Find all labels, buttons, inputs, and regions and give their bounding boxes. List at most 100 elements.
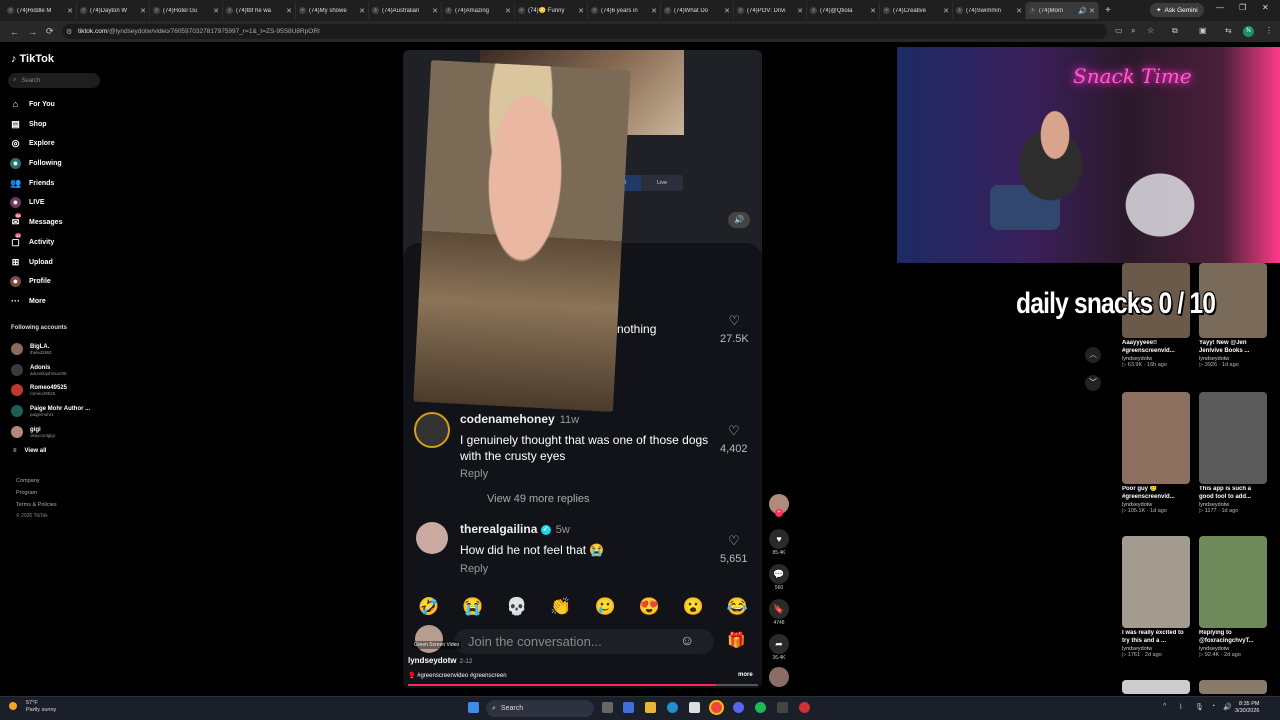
creator-avatar-button[interactable]: +	[768, 494, 790, 517]
video-author[interactable]: lyndseydotw 2-12	[408, 656, 472, 665]
emoji-button[interactable]: 😭	[462, 597, 483, 617]
emoji-button[interactable]: 🥲	[594, 597, 615, 617]
tray-chevron-icon[interactable]: ^	[1163, 703, 1166, 710]
recommended-video[interactable]	[1122, 680, 1190, 694]
recommended-video[interactable]: This app is such a good tool to add... ly…	[1199, 392, 1267, 514]
zoom-icon[interactable]: ⌕	[1131, 26, 1135, 36]
browser-tab[interactable]: ♪ (74)Amazing ✕	[442, 2, 515, 19]
close-icon[interactable]: ✕	[140, 7, 146, 15]
more-button[interactable]: more	[738, 672, 753, 678]
window-close-button[interactable]: ✕	[1262, 3, 1269, 12]
edge-icon[interactable]	[667, 702, 678, 713]
new-tab-button[interactable]: +	[1105, 5, 1111, 16]
emoji-button[interactable]: 💀	[506, 597, 527, 617]
app-icon[interactable]	[777, 702, 788, 713]
sidebar-item-for-you[interactable]: ⌂ For You	[10, 97, 55, 111]
browser-tab[interactable]: ♪ (74)What Do ✕	[661, 2, 734, 19]
scroll-up-button[interactable]: ︿	[1085, 347, 1101, 363]
footer-link[interactable]: Terms & Policies	[16, 502, 57, 508]
close-icon[interactable]: ✕	[359, 7, 365, 15]
comment-like[interactable]: ♡ 27.5K	[720, 313, 749, 347]
close-icon[interactable]: ✕	[67, 7, 73, 15]
music-disc-button[interactable]	[768, 667, 790, 687]
browser-tab[interactable]: ♪ (74)Riddle M ✕	[4, 2, 77, 19]
following-account[interactable]: Adonis adonisbjohnson06	[11, 361, 67, 379]
tiktok-logo[interactable]: ♪ TikTok	[11, 53, 54, 65]
recommended-video[interactable]: Poor guy 🥲 #greenscreenvid... lyndseydotw…	[1122, 392, 1190, 514]
weather-widget[interactable]: 57°F Partly sunny	[9, 700, 56, 714]
system-clock[interactable]: 8:35 PM 3/30/2026	[1235, 701, 1259, 715]
wifi-icon[interactable]: ◔	[1211, 703, 1215, 710]
reply-button[interactable]: Reply	[460, 468, 488, 480]
emoji-button[interactable]: 😂	[727, 597, 748, 617]
footer-link[interactable]: Program	[16, 490, 37, 496]
bookmark-star-icon[interactable]: ☆	[1147, 26, 1154, 35]
windows-start-icon[interactable]	[468, 702, 479, 713]
close-icon[interactable]: ✕	[724, 7, 730, 15]
back-icon[interactable]: ←	[10, 27, 19, 37]
store-icon[interactable]	[689, 702, 700, 713]
gift-icon[interactable]: 🎁	[727, 631, 746, 649]
url-field[interactable]: ⚙ tiktok.com/@lyndseydotw/video/76059703…	[62, 24, 1107, 39]
bookmark-button[interactable]: 🔖 4748	[768, 599, 790, 626]
file-explorer-icon[interactable]	[645, 702, 656, 713]
sidebar-item-friends[interactable]: 👥 Friends	[10, 176, 54, 190]
video-progress-bar[interactable]	[408, 684, 758, 686]
chrome-icon[interactable]	[711, 702, 722, 713]
reply-button[interactable]: Reply	[460, 563, 488, 575]
minimize-button[interactable]: —	[1216, 3, 1224, 12]
extensions-icon[interactable]: ⧉	[1172, 26, 1178, 36]
close-icon[interactable]: ✕	[1089, 7, 1095, 15]
browser-tab[interactable]: ♪ (74)POV: Drivi ✕	[734, 2, 807, 19]
comment-button[interactable]: 💬 560	[768, 564, 790, 591]
volume-icon[interactable]: 🔊	[728, 212, 750, 228]
view-all-link[interactable]: ≡ View all	[13, 448, 46, 454]
sidebar-item-messages[interactable]: ✉ 68 Messages	[10, 212, 62, 229]
close-icon[interactable]: ✕	[505, 7, 511, 15]
close-icon[interactable]: ✕	[797, 7, 803, 15]
emoji-button[interactable]: 😮	[683, 597, 704, 617]
video-hashtags[interactable]: 🥊 #greenscreenvideo #greenscreen	[408, 672, 507, 679]
following-account[interactable]: Romeo49525 romeo49525	[11, 381, 67, 399]
close-icon[interactable]: ✕	[651, 7, 657, 15]
emoji-button[interactable]: 😍	[639, 597, 660, 617]
close-icon[interactable]: ✕	[432, 7, 438, 15]
view-more-replies-button[interactable]: View 49 more replies	[487, 493, 590, 505]
split-icon[interactable]: ⇆	[1225, 26, 1232, 35]
close-icon[interactable]: ✕	[286, 7, 292, 15]
share-button[interactable]: ➦ 36.4K	[768, 634, 790, 661]
network-icon[interactable]: ⌇	[1179, 703, 1182, 711]
sidebar-item-profile[interactable]: ● Profile	[10, 274, 51, 288]
browser-tab[interactable]: ♪ (74)Hotel Gu ✕	[150, 2, 223, 19]
site-info-icon[interactable]: ⚙	[66, 28, 72, 36]
browser-tab[interactable]: ♪ (74)6 years in ✕	[588, 2, 661, 19]
comment-like[interactable]: ♡ 4,402	[720, 423, 748, 457]
maximize-button[interactable]: ❐	[1239, 3, 1246, 12]
recommended-video[interactable]: I was really excited to try this and a .…	[1122, 536, 1190, 658]
emoji-button[interactable]: 🤣	[418, 597, 439, 617]
follow-plus-icon[interactable]: +	[775, 509, 783, 517]
comment-username[interactable]: codenamehoney 11w	[460, 412, 579, 426]
sidebar-item-explore[interactable]: ◎ Explore	[10, 136, 55, 150]
sidebar-item-more[interactable]: ··· More	[10, 294, 46, 308]
close-icon[interactable]: ✕	[213, 7, 219, 15]
reload-icon[interactable]: ⟳	[46, 26, 54, 37]
close-icon[interactable]: ✕	[1016, 7, 1022, 15]
mic-icon[interactable]: 🎙	[1195, 703, 1204, 711]
avatar[interactable]	[416, 522, 448, 554]
obs-icon[interactable]	[799, 702, 810, 713]
following-account[interactable]: gigi okaycoolgigi	[11, 423, 55, 441]
like-button[interactable]: ♥ 85.4K	[768, 529, 790, 556]
discord-icon[interactable]	[733, 702, 744, 713]
profile-avatar[interactable]: N	[1243, 26, 1254, 37]
browser-tab[interactable]: ♪ (74)Australian ✕	[369, 2, 442, 19]
comment-username[interactable]: therealgailina ✓ 5w	[460, 522, 570, 536]
browser-tab[interactable]: ♪ (74)tbf he wa ✕	[223, 2, 296, 19]
sidebar-icon[interactable]: ▣	[1199, 26, 1207, 35]
browser-tab[interactable]: ♪ (74)Creative ✕	[880, 2, 953, 19]
sidebar-item-shop[interactable]: ▤ Shop	[10, 117, 46, 131]
following-account[interactable]: Paige Mohr Author ... paigemohr1	[11, 402, 90, 420]
task-view-icon[interactable]	[602, 702, 613, 713]
copilot-icon[interactable]	[623, 702, 634, 713]
emoji-button[interactable]: 👏	[550, 597, 571, 617]
